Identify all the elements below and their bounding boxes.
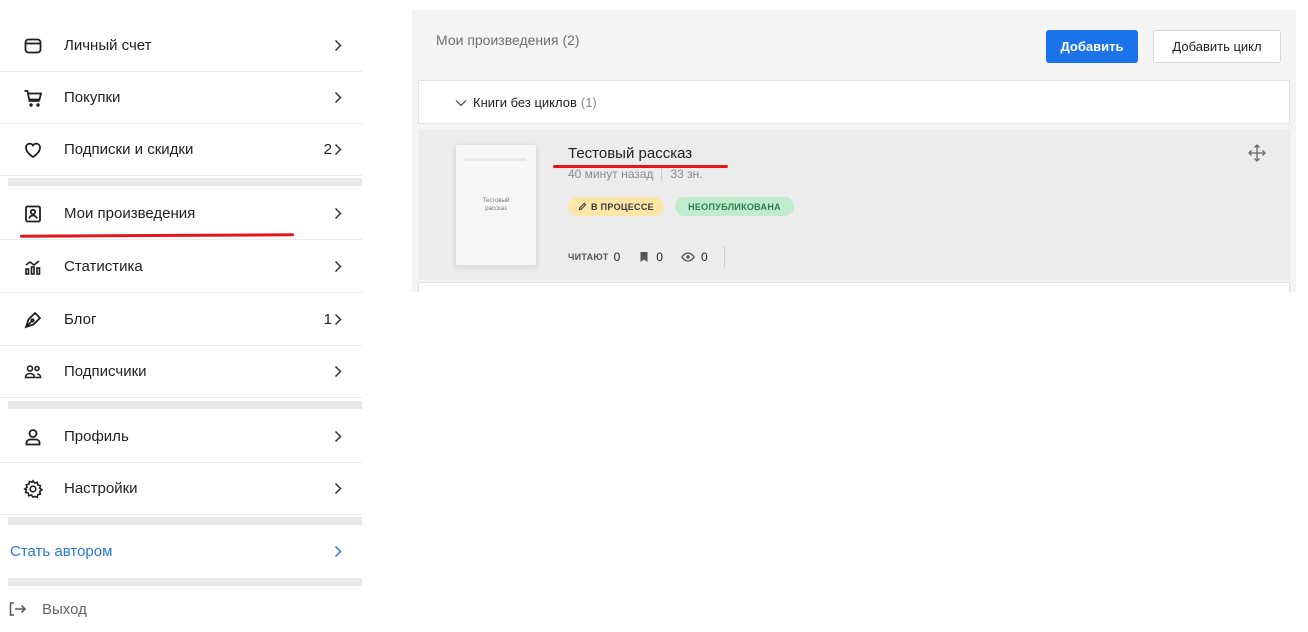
my-works-panel: Мои произведения (2) Добавить Добавить ц…	[412, 10, 1296, 292]
sidebar-item-blog[interactable]: Блог 1	[0, 294, 362, 346]
sidebar-item-profile[interactable]: Профиль	[0, 411, 362, 463]
book-row: Тестовый рассказ Тестовый рассказ 40 мин…	[418, 130, 1290, 280]
sidebar-item-subscriptions[interactable]: Подписки и скидки 2	[0, 124, 362, 176]
add-button[interactable]: Добавить	[1046, 30, 1138, 63]
logout-link[interactable]: Выход	[0, 586, 362, 632]
readers-label: ЧИТАЮТ	[568, 252, 609, 262]
wallet-icon	[22, 35, 44, 57]
group-toggle[interactable]: Книги без циклов (1)	[455, 95, 597, 110]
book-cover[interactable]: Тестовый рассказ	[456, 145, 536, 268]
chevron-right-icon	[334, 38, 344, 54]
logout-icon	[6, 598, 28, 620]
chevron-right-icon	[334, 142, 344, 158]
books-group: Книги без циклов (1)	[418, 80, 1290, 124]
sidebar-item-settings[interactable]: Настройки	[0, 463, 362, 515]
pencil-icon	[578, 202, 587, 211]
sidebar-item-label: Покупки	[64, 89, 121, 106]
chevron-right-icon	[334, 543, 344, 559]
bookmark-icon	[640, 252, 648, 262]
pen-nib-icon	[22, 309, 44, 331]
add-cycle-button[interactable]: Добавить цикл	[1153, 30, 1281, 63]
chevron-right-icon	[334, 481, 344, 497]
status-badge-unpublished: НЕОПУБЛИКОВАНА	[675, 197, 794, 216]
cover-text: Тестовый рассказ	[456, 197, 536, 213]
bookmarks-count: 0	[656, 250, 663, 264]
updated-time: 40 минут назад	[568, 167, 654, 181]
sidebar-item-account[interactable]: Личный счет	[0, 20, 362, 72]
sidebar-item-label: Личный счет	[64, 37, 152, 54]
chevron-right-icon	[334, 90, 344, 106]
chevron-right-icon	[334, 364, 344, 380]
sidebar-item-label: Настройки	[64, 480, 138, 497]
sidebar-item-my-works[interactable]: Мои произведения	[0, 188, 362, 240]
chart-icon	[22, 256, 44, 278]
group-count: (1)	[580, 95, 597, 110]
chevron-right-icon	[334, 259, 344, 275]
book-title-link[interactable]: Тестовый рассказ	[568, 145, 692, 162]
sidebar-item-label: Блог	[64, 311, 97, 328]
section-divider	[8, 517, 362, 525]
become-author-link[interactable]: Стать автором	[0, 525, 362, 577]
user-icon	[22, 426, 44, 448]
eye-icon	[681, 252, 695, 262]
sidebar-item-label: Мои произведения	[64, 205, 196, 222]
readers-count: 0	[613, 250, 621, 264]
book-stats: ЧИТАЮТ 0 0 0	[568, 246, 725, 268]
section-divider	[8, 578, 362, 586]
sidebar-item-statistics[interactable]: Статистика	[0, 241, 362, 293]
next-group-box	[418, 282, 1290, 292]
status-badge-label: В ПРОЦЕССЕ	[591, 201, 654, 212]
sidebar-item-label: Подписчики	[64, 363, 147, 380]
cover-decoration	[464, 158, 526, 161]
users-icon	[22, 361, 44, 383]
sidebar-item-label: Профиль	[64, 428, 129, 445]
section-divider	[8, 401, 362, 409]
bookmarks-stat: 0	[638, 250, 663, 264]
chevron-right-icon	[334, 206, 344, 222]
sidebar-item-purchases[interactable]: Покупки	[0, 72, 362, 124]
char-count: 33 зн.	[670, 167, 703, 181]
group-label: Книги без циклов	[473, 95, 577, 110]
meta-divider	[661, 168, 663, 180]
section-divider	[8, 178, 362, 186]
publish-badge-label: НЕОПУБЛИКОВАНА	[688, 201, 781, 212]
book-user-icon	[22, 203, 44, 225]
book-meta: 40 минут назад 33 зн.	[568, 167, 703, 181]
gear-icon	[22, 478, 44, 500]
sidebar-item-subscribers[interactable]: Подписчики	[0, 346, 362, 398]
cover-text-line: Тестовый	[482, 198, 510, 204]
chevron-down-icon	[455, 99, 467, 106]
sidebar-item-label: Подписки и скидки	[64, 141, 194, 158]
page-title: Мои произведения (2)	[436, 32, 580, 48]
sidebar-item-count: 2	[323, 141, 332, 158]
heart-icon	[22, 139, 44, 161]
panel-header: Мои произведения (2) Добавить Добавить ц…	[412, 10, 1296, 72]
cover-text-line: рассказ	[485, 206, 507, 212]
views-count: 0	[700, 250, 708, 264]
become-author-label: Стать автором	[10, 542, 113, 560]
chevron-right-icon	[334, 312, 344, 328]
move-icon[interactable]	[1248, 144, 1266, 162]
views-stat: 0	[681, 250, 708, 264]
sidebar-item-count: 1	[323, 311, 332, 328]
logout-label: Выход	[42, 600, 87, 618]
stats-divider	[723, 246, 725, 268]
sidebar-item-label: Статистика	[64, 258, 143, 275]
chevron-right-icon	[334, 429, 344, 445]
status-badge-in-progress: В ПРОЦЕССЕ	[568, 197, 664, 216]
cart-icon	[22, 87, 44, 109]
cover-page-edge	[456, 265, 536, 268]
